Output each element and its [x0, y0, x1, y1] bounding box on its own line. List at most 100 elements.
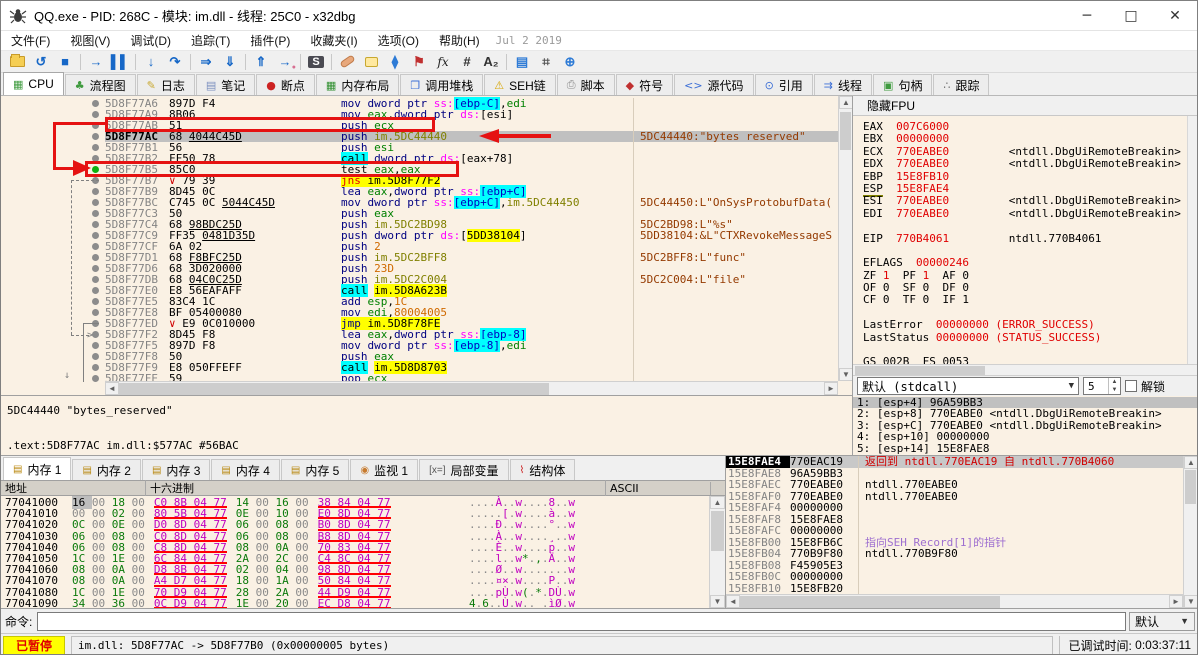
register-line[interactable]: EIP 770B4061 ntdll.770B4061 — [863, 232, 1197, 245]
functions-icon[interactable]: fx — [431, 52, 455, 72]
tab-handles[interactable]: ▣ 句柄 — [873, 74, 933, 95]
menu-item[interactable]: 调试(D) — [120, 30, 181, 51]
labels-icon[interactable]: ⧫ — [383, 52, 407, 72]
calling-convention-select[interactable]: 默认 (stdcall) ▼ — [857, 377, 1079, 395]
pause-icon[interactable]: ▌▌ — [108, 52, 132, 72]
tab-source[interactable]: <> 源代码 — [674, 74, 754, 95]
breakpoints-icon: ● — [266, 78, 276, 92]
animate-icon[interactable]: S — [304, 52, 328, 72]
minimize-button[interactable]: ─ — [1065, 1, 1109, 30]
memory-dump-pane[interactable]: 77041000 16 00 18 00 C0 8B 04 77 14 00 16 0… — [1, 496, 725, 608]
tab-script[interactable]: ⎙ 脚本 — [556, 74, 615, 95]
run-to-cursor-icon[interactable]: ⇒ — [194, 52, 218, 72]
source-icon: <> — [684, 78, 703, 92]
registers-vertical-scrollbar[interactable] — [1187, 116, 1197, 364]
stop-icon[interactable]: ■ — [53, 52, 77, 72]
menu-item[interactable]: 视图(V) — [60, 30, 120, 51]
bookmarks-icon[interactable]: ⚑ — [407, 52, 431, 72]
tab-memory-map[interactable]: ▦ 内存布局 — [315, 74, 400, 95]
menu-item[interactable]: 帮助(H) — [429, 30, 490, 51]
chevron-down-icon: ▼ — [1180, 616, 1189, 626]
restart-icon[interactable]: ↺ — [29, 52, 53, 72]
x32dbg-window: QQ.exe - PID: 268C - 模块: im.dll - 线程: 25… — [0, 0, 1198, 655]
argument-row[interactable]: 4: [esp+10] 00000000 — [853, 431, 1197, 443]
stack-horizontal-scrollbar[interactable]: ◄ ► — [726, 594, 1183, 608]
hash-icon[interactable]: # — [455, 52, 479, 72]
tab-struct[interactable]: ⌇ 结构体 — [509, 459, 576, 480]
step-into-icon[interactable]: ↓ — [139, 52, 163, 72]
register-line[interactable]: CF 0 TF 0 IF 1 — [863, 294, 1197, 306]
tab-ram-1[interactable]: ▤ 内存 1 — [3, 457, 72, 480]
comments-icon[interactable] — [359, 52, 383, 72]
registers-horizontal-scrollbar[interactable] — [853, 364, 1197, 376]
tab-locals[interactable]: [x=] 局部变量 — [419, 459, 509, 480]
open-file-icon[interactable] — [5, 52, 29, 72]
tab-log[interactable]: ✎ 日志 — [136, 74, 195, 95]
tab-trace[interactable]: ∴ 跟踪 — [933, 74, 990, 95]
tab-symbols[interactable]: ◆ 符号 — [615, 74, 674, 95]
stack-row[interactable]: 15E8FB04 770B9F80 ntdll.770B9F80 — [726, 548, 1197, 560]
arg-count-stepper[interactable]: 5 ▲ ▼ — [1083, 377, 1121, 395]
tab-call-stack[interactable]: ❐ 调用堆栈 — [400, 74, 484, 95]
tab-watch-1[interactable]: ◉ 监视 1 — [350, 459, 419, 480]
internet-icon[interactable]: ⊕ — [558, 52, 582, 72]
command-input[interactable] — [37, 611, 1126, 631]
menu-item[interactable]: 插件(P) — [240, 30, 300, 51]
command-convention-select[interactable]: 默认 ▼ — [1129, 611, 1195, 631]
tab-notes[interactable]: ▤ 笔记 — [195, 74, 256, 95]
disasm-vertical-scrollbar[interactable]: ▲ ▼ — [838, 96, 852, 382]
stack-row[interactable]: 15E8FAF4 00000000 — [726, 502, 1197, 514]
tab-ram-2[interactable]: ▤ 内存 2 — [72, 459, 141, 480]
stepper-up-icon[interactable]: ▲ — [1109, 378, 1120, 386]
step-out-icon[interactable]: ⇓ — [218, 52, 242, 72]
run-to-user-code-icon[interactable]: → ● — [273, 52, 297, 72]
dump-header-ascii: ASCII — [606, 481, 711, 495]
stack-row[interactable]: 15E8FB0C 00000000 — [726, 571, 1197, 583]
stack-pane[interactable]: 15E8FAE4 770EAC19 返回到 ntdll.770EAC19 自 ntd… — [726, 456, 1197, 608]
menu-item[interactable]: 追踪(T) — [181, 30, 240, 51]
calculator-icon[interactable]: ⌗ — [534, 52, 558, 72]
unlock-checkbox[interactable] — [1125, 380, 1137, 392]
disasm-horizontal-scrollbar[interactable]: ◄ ► — [105, 381, 838, 396]
stack-vertical-scrollbar[interactable]: ▲ ▼ — [1183, 456, 1197, 608]
run-icon[interactable]: → — [84, 52, 108, 72]
tab-cpu[interactable]: ▦ CPU — [3, 72, 64, 95]
register-line[interactable]: GS 002B FS 0053 — [863, 356, 1197, 364]
register-line[interactable]: EDI 770EABE0 <ntdll.DbgUiRemoteBreakin> — [863, 207, 1197, 220]
dump-vertical-scrollbar[interactable]: ▲ ▼ — [709, 496, 725, 608]
menu-item[interactable]: 文件(F) — [1, 30, 60, 51]
threads-icon: ⇉ — [823, 78, 834, 92]
notes-icon: ▤ — [205, 78, 217, 92]
stepper-down-icon[interactable]: ▼ — [1109, 386, 1120, 394]
registers-pane: 隐藏FPU EAX 007C6000 EBX 00000000 ECX 770EAB… — [853, 96, 1197, 455]
tab-references[interactable]: ⊙ 引用 — [754, 74, 813, 95]
stack-row[interactable]: 15E8FAE4 770EAC19 返回到 ntdll.770EAC19 自 ntd… — [726, 456, 1197, 468]
menu-item[interactable]: 收藏夹(I) — [300, 30, 367, 51]
menu-item[interactable]: 选项(O) — [368, 30, 429, 51]
hide-fpu-button[interactable]: 隐藏FPU — [853, 96, 1197, 116]
tab-ram-4[interactable]: ▤ 内存 4 — [211, 459, 280, 480]
tab-ram-3[interactable]: ▤ 内存 3 — [141, 459, 211, 480]
step-over-icon[interactable]: ↷ — [163, 52, 187, 72]
stack-row[interactable]: 15E8FB10 15E8FB20 — [726, 582, 1197, 594]
stack-row[interactable]: 15E8FAEC 770EABE0 ntdll.770EABE0 — [726, 479, 1197, 491]
patches-icon[interactable] — [335, 52, 359, 72]
register-list[interactable]: EAX 007C6000 EBX 00000000 ECX 770EABE0 <nt… — [853, 116, 1197, 364]
modules-icon[interactable]: ▤ — [510, 52, 534, 72]
argument-list[interactable]: 1: [esp+4] 96A59BB3 2: [esp+8] 770EABE0 <… — [853, 396, 1197, 455]
tab-threads[interactable]: ⇉ 线程 — [813, 74, 873, 95]
stack-row[interactable]: 15E8FAFC 00000000 — [726, 525, 1197, 537]
tab-graph[interactable]: ♣ 流程图 — [64, 74, 136, 95]
close-button[interactable]: ✕ — [1153, 1, 1197, 30]
maximize-button[interactable]: □ — [1109, 1, 1153, 30]
register-line[interactable]: LastStatus 00000000 (STATUS_SUCCESS) — [863, 331, 1197, 344]
assemble-text-icon[interactable]: A₂ — [479, 52, 503, 72]
command-label: 命令: — [5, 614, 33, 629]
tab-breakpoints[interactable]: ● 断点 — [256, 74, 315, 95]
disassembly-pane[interactable]: 5D8F77A6 897D F4 mov dword ptr ss:[ebp-C],… — [1, 96, 853, 396]
dump-row[interactable]: 77041090 34 00 36 00 0C D9 04 77 1E 00 20 0… — [1, 597, 709, 608]
tab-ram-5[interactable]: ▤ 内存 5 — [280, 459, 350, 480]
argument-row[interactable]: 5: [esp+14] 15E8FAE8 — [853, 442, 1197, 454]
execute-till-return-icon[interactable]: ⇑ — [249, 52, 273, 72]
tab-seh-chain[interactable]: ⚠ SEH链 — [484, 74, 556, 95]
